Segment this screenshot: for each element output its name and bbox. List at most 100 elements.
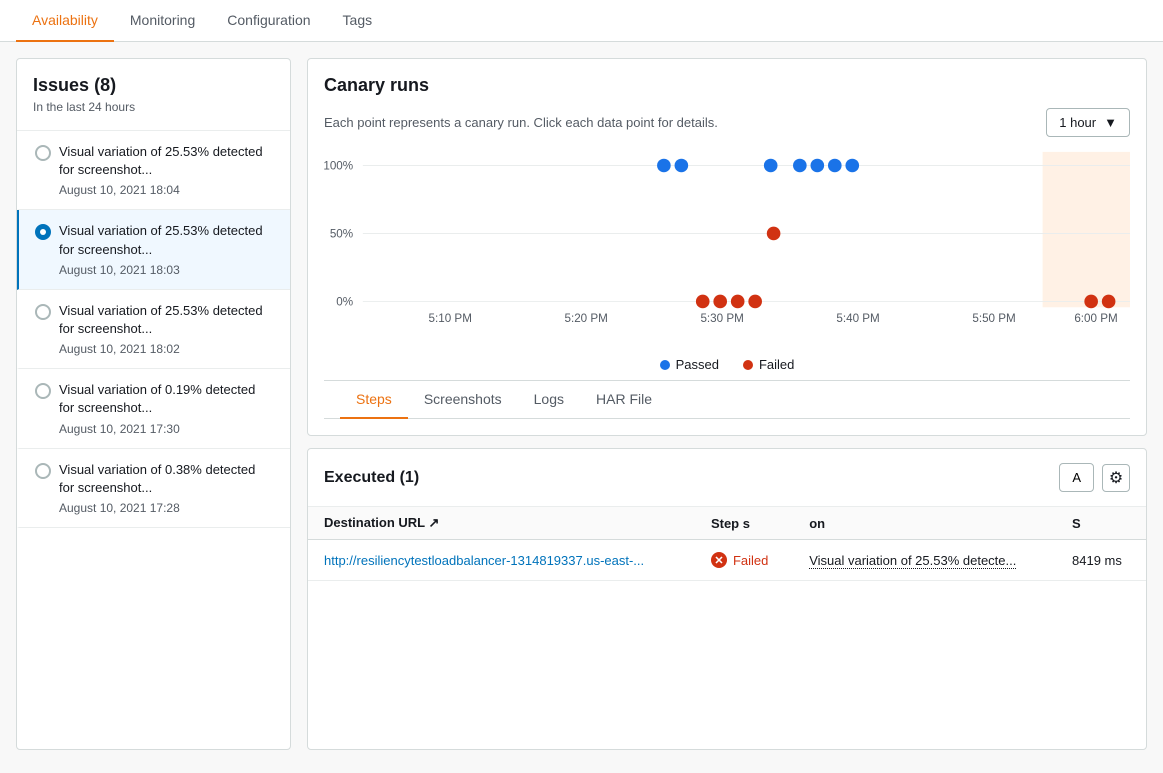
time-selector-button[interactable]: 1 hour ▼ xyxy=(1046,108,1130,137)
x-label-510: 5:10 PM xyxy=(429,312,472,325)
failed-dot-5[interactable] xyxy=(1084,295,1098,309)
failed-legend-label: Failed xyxy=(759,357,794,372)
tab-screenshots[interactable]: Screenshots xyxy=(408,381,518,419)
canary-chart-svg: 100% 50% 0% 5:10 PM 5:20 PM 5:30 PM 5:40… xyxy=(324,149,1130,349)
chevron-down-icon: ▼ xyxy=(1104,115,1117,130)
failed-dot-4[interactable] xyxy=(748,295,762,309)
tab-logs[interactable]: Logs xyxy=(518,381,580,419)
status-failed-indicator: ✕ Failed xyxy=(711,552,777,568)
issue-title-2: Visual variation of 25.53% detected for … xyxy=(59,222,274,258)
executed-count: 1 xyxy=(405,469,414,486)
issues-title-text: Issues xyxy=(33,75,89,95)
chart-container: 100% 50% 0% 5:10 PM 5:20 PM 5:30 PM 5:40… xyxy=(324,149,1130,349)
passed-dot-4[interactable] xyxy=(793,159,807,173)
destination-url-link[interactable]: http://resiliencytestloadbalancer-131481… xyxy=(324,553,644,568)
settings-icon[interactable]: ⚙ xyxy=(1102,464,1130,492)
main-container: Issues (8) In the last 24 hours Visual v… xyxy=(0,42,1163,766)
col-header-url: Destination URL ↗ xyxy=(308,507,695,540)
time-selector-label: 1 hour xyxy=(1059,115,1096,130)
executed-action-button[interactable]: A xyxy=(1059,463,1094,492)
nav-tab-configuration[interactable]: Configuration xyxy=(211,0,326,42)
executed-table: Destination URL ↗ Step s on S http://res… xyxy=(308,507,1146,581)
passed-dot-7[interactable] xyxy=(845,159,859,173)
nav-tab-availability[interactable]: Availability xyxy=(16,0,114,42)
issue-title-4: Visual variation of 0.19% detected for s… xyxy=(59,381,274,417)
col-header-step: Step s xyxy=(695,507,793,540)
x-label-520: 5:20 PM xyxy=(565,312,608,325)
issue-item-4[interactable]: Visual variation of 0.19% detected for s… xyxy=(17,369,290,448)
x-label-550: 5:50 PM xyxy=(972,312,1015,325)
nav-tab-tags[interactable]: Tags xyxy=(327,0,389,42)
table-row: http://resiliencytestloadbalancer-131481… xyxy=(308,540,1146,581)
x-label-600: 6:00 PM xyxy=(1074,312,1117,325)
passed-dot-2[interactable] xyxy=(675,159,689,173)
issue-item-1[interactable]: Visual variation of 25.53% detected for … xyxy=(17,131,290,210)
passed-dot-3[interactable] xyxy=(764,159,778,173)
col-header-on: on xyxy=(793,507,1056,540)
failed-dot-50[interactable] xyxy=(767,227,781,241)
issue-date-4: August 10, 2021 17:30 xyxy=(59,422,274,436)
chart-legend: Passed Failed xyxy=(324,357,1130,372)
issue-text-4: Visual variation of 0.19% detected for s… xyxy=(59,381,274,435)
issue-title-1: Visual variation of 25.53% detected for … xyxy=(59,143,274,179)
tab-har-file[interactable]: HAR File xyxy=(580,381,668,419)
legend-failed: Failed xyxy=(743,357,794,372)
y-label-100: 100% xyxy=(324,159,353,172)
tab-steps[interactable]: Steps xyxy=(340,381,408,419)
failed-icon: ✕ xyxy=(711,552,727,568)
top-navigation: Availability Monitoring Configuration Ta… xyxy=(0,0,1163,42)
passed-legend-label: Passed xyxy=(676,357,719,372)
chart-highlight-band xyxy=(1043,152,1130,307)
issue-item-2[interactable]: Visual variation of 25.53% detected for … xyxy=(17,210,290,289)
issue-item-5[interactable]: Visual variation of 0.38% detected for s… xyxy=(17,449,290,528)
issue-date-2: August 10, 2021 18:03 xyxy=(59,263,274,277)
issue-radio-3[interactable] xyxy=(35,304,51,320)
passed-dot-1[interactable] xyxy=(657,159,671,173)
issues-header: Issues (8) In the last 24 hours xyxy=(17,59,290,131)
passed-dot-5[interactable] xyxy=(811,159,825,173)
issue-radio-4[interactable] xyxy=(35,383,51,399)
executed-title: Executed (1) xyxy=(324,469,419,487)
passed-legend-dot xyxy=(660,360,670,370)
failed-dot-3[interactable] xyxy=(731,295,745,309)
canary-runs-title: Canary runs xyxy=(324,75,1130,96)
description-label: Visual variation of 25.53% detecte... xyxy=(809,553,1016,569)
issue-radio-2[interactable] xyxy=(35,224,51,240)
y-label-0: 0% xyxy=(336,295,353,308)
x-label-530: 5:30 PM xyxy=(700,312,743,325)
chart-description: Each point represents a canary run. Clic… xyxy=(324,115,718,130)
issues-panel: Issues (8) In the last 24 hours Visual v… xyxy=(16,58,291,750)
status-label: Failed xyxy=(733,553,768,568)
col-header-s: S xyxy=(1056,507,1146,540)
failed-dot-2[interactable] xyxy=(713,295,727,309)
executed-header: Executed (1) A ⚙ xyxy=(308,449,1146,507)
issue-radio-1[interactable] xyxy=(35,145,51,161)
issues-title: Issues (8) xyxy=(33,75,274,96)
passed-dot-6[interactable] xyxy=(828,159,842,173)
issue-radio-5[interactable] xyxy=(35,463,51,479)
canary-runs-card: Canary runs Each point represents a cana… xyxy=(307,58,1147,436)
issues-count: 8 xyxy=(100,75,110,95)
steps-tabs-bar: Steps Screenshots Logs HAR File xyxy=(324,380,1130,419)
failed-dot-6[interactable] xyxy=(1102,295,1116,309)
right-panel: Canary runs Each point represents a cana… xyxy=(307,58,1147,750)
failed-dot-1[interactable] xyxy=(696,295,710,309)
legend-passed: Passed xyxy=(660,357,719,372)
issue-item-3[interactable]: Visual variation of 25.53% detected for … xyxy=(17,290,290,369)
executed-actions: A ⚙ xyxy=(1059,463,1130,492)
issue-text-3: Visual variation of 25.53% detected for … xyxy=(59,302,274,356)
table-cell-url: http://resiliencytestloadbalancer-131481… xyxy=(308,540,695,581)
nav-tab-monitoring[interactable]: Monitoring xyxy=(114,0,211,42)
issue-text-5: Visual variation of 0.38% detected for s… xyxy=(59,461,274,515)
failed-legend-dot xyxy=(743,360,753,370)
issue-date-5: August 10, 2021 17:28 xyxy=(59,501,274,515)
y-label-50: 50% xyxy=(330,227,353,240)
table-container: Destination URL ↗ Step s on S http://res… xyxy=(308,507,1146,581)
issue-date-3: August 10, 2021 18:02 xyxy=(59,342,274,356)
issues-count-paren: (8) xyxy=(94,75,116,95)
issue-title-3: Visual variation of 25.53% detected for … xyxy=(59,302,274,338)
issues-subtitle: In the last 24 hours xyxy=(33,100,274,114)
table-cell-status: ✕ Failed xyxy=(695,540,793,581)
table-cell-description: Visual variation of 25.53% detecte... xyxy=(793,540,1056,581)
issue-date-1: August 10, 2021 18:04 xyxy=(59,183,274,197)
